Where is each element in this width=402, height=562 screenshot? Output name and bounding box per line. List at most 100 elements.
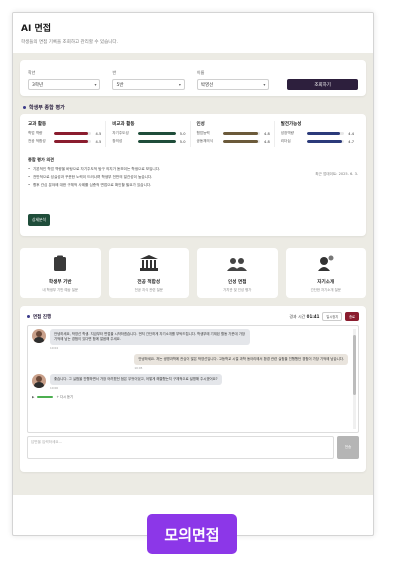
metric-label: 전공 적합성 — [28, 139, 46, 143]
search-button[interactable]: 조회하기 — [287, 79, 358, 90]
metric-bar — [54, 140, 92, 143]
opinion-item: 전반적으로 성실성과 꾸준한 노력이 드러나며 학생부 전반의 일관성이 높습니… — [28, 175, 358, 180]
name-label: 이름 — [196, 70, 205, 75]
metric-bar-fill — [138, 132, 176, 135]
metric-bar — [222, 140, 260, 143]
page-subtitle: 학생들의 면접 기록을 조회하고 관리할 수 있습니다. — [21, 40, 118, 45]
opinion-item: 향후 관심 분야에 대한 구체적 사례를 심층적 면접으로 확인할 필요가 있습… — [28, 183, 358, 188]
name-select[interactable]: 박영선 ▾ — [196, 79, 270, 90]
metric-bar — [306, 140, 344, 143]
metric-value: 4.7 — [348, 139, 354, 144]
eval-metric-row: 협업능력 4.8 — [197, 131, 270, 136]
chat-scrollbar[interactable] — [353, 329, 356, 429]
clipboard-icon — [53, 255, 67, 279]
metric-bar — [138, 140, 176, 143]
metric-value: 4.8 — [264, 139, 270, 144]
metric-bar — [138, 132, 176, 135]
page-title: AI 면접 — [21, 24, 52, 34]
interview-type-tile[interactable]: 인성 면접 가치관 및 인성 평가 — [197, 248, 278, 298]
opinion-list: 기본적인 학업 역량을 바탕으로 자기주도적 탐구 의지가 돋보이는 학생으로 … — [28, 167, 358, 188]
metric-bar — [306, 132, 344, 135]
tile-subtitle: 내 학생부 기반 예상 질문 — [42, 288, 78, 292]
interview-title: 면접 진행 — [27, 314, 51, 320]
interview-type-tile[interactable]: 자기소개 간단한 자기소개 질문 — [285, 248, 366, 298]
mock-interview-badge[interactable]: 모의면접 — [147, 514, 237, 554]
opinion-item: 기본적인 학업 역량을 바탕으로 자기주도적 탐구 의지가 돋보이는 학생으로 … — [28, 167, 358, 172]
class-label: 반 — [112, 70, 117, 75]
message-body: 안녕하세요. 저는 생명과학에 관심이 많은 박영선입니다. 고등학교 시절 과… — [134, 354, 348, 370]
answer-input[interactable]: 답변을 입력하세요... — [27, 436, 334, 459]
overall-opinion: 종합 평가 의견 최근 업데이트: 2025. 6. 3. 기본적인 학업 역량… — [28, 157, 358, 188]
interview-type-tiles: 학생부 기반 내 학생부 기반 예상 질문 전공 적합성 전공 지식 관련 질문… — [20, 248, 366, 298]
answer-input-row: 답변을 입력하세요... 전송 — [27, 436, 359, 459]
metric-bar-fill — [222, 132, 259, 135]
metric-value: 4.4 — [348, 131, 354, 136]
eval-category: 인성협업능력 4.8 공동체의식 4.8 — [197, 121, 275, 147]
users-icon — [227, 257, 248, 279]
metric-label: 창의성 — [112, 139, 123, 143]
metric-label: 공동체의식 — [196, 139, 214, 143]
eval-metric-row: 자기주도성 5.0 — [112, 131, 185, 136]
metric-value: 5.0 — [179, 131, 186, 136]
eval-category-title: 교과 활동 — [28, 122, 47, 127]
evaluation-categories: 교과 활동 학업 역량 4.5 전공 적합성 4.5 비교과 활동 자기주도성 5.0 창… — [28, 121, 358, 147]
metric-label: 성장역량 — [280, 131, 294, 135]
pause-button[interactable]: 일시정지 — [322, 312, 343, 321]
send-button[interactable]: 전송 — [337, 436, 359, 459]
message-list: 안녕하세요, 박영선 학생. 지금부터 면접을 시작하겠습니다. 먼저 간단하게… — [32, 329, 348, 390]
message-body: 안녕하세요, 박영선 학생. 지금부터 면접을 시작하겠습니다. 먼저 간단하게… — [50, 329, 250, 350]
message-bubble: 안녕하세요, 박영선 학생. 지금부터 면접을 시작하겠습니다. 먼저 간단하게… — [50, 329, 250, 346]
chat-log[interactable]: 안녕하세요, 박영선 학생. 지금부터 면접을 시작하겠습니다. 먼저 간단하게… — [27, 325, 359, 433]
interview-type-tile[interactable]: 학생부 기반 내 학생부 기반 예상 질문 — [20, 248, 101, 298]
ai-message: 안녕하세요, 박영선 학생. 지금부터 면접을 시작하겠습니다. 먼저 간단하게… — [32, 329, 348, 350]
eval-metric-row: 창의성 5.0 — [112, 139, 185, 144]
class-select[interactable]: 5반 ▾ — [112, 79, 185, 90]
replay-link[interactable]: + 다시 듣기 — [56, 394, 72, 399]
eval-metric-row: 전공 적합성 4.5 — [28, 139, 101, 144]
metric-label: 자기주도성 — [112, 131, 129, 135]
end-button[interactable]: 종료 — [345, 312, 359, 321]
metric-bar — [54, 132, 92, 135]
interview-toolbar: 면접 진행 경과 시간 01:41 일시정지 종료 — [27, 312, 359, 321]
interview-card: 면접 진행 경과 시간 01:41 일시정지 종료 안녕하세요, 박영선 학생.… — [20, 306, 366, 472]
audio-player: ▶ + 다시 듣기 — [32, 394, 348, 400]
metric-value: 4.8 — [264, 131, 270, 136]
eval-category: 발전가능성성장역량 4.4 리더십 4.7 — [281, 121, 358, 147]
filter-card: 학년 3학년 ▾ 반 5반 ▾ 이름 박영선 ▾ 조회하기 — [20, 60, 366, 96]
metric-bar-fill — [306, 132, 340, 135]
person-speech-icon — [317, 255, 335, 279]
tile-title: 학생부 기반 — [48, 280, 72, 285]
tile-title: 전공 적합성 — [137, 280, 161, 285]
message-time: 10:06 — [50, 386, 59, 391]
bullet-icon — [27, 315, 30, 318]
detail-analysis-button[interactable]: 상세분석 — [28, 214, 50, 226]
metric-value: 5.0 — [179, 139, 186, 144]
metric-bar-fill — [54, 140, 88, 143]
app-window: AI 면접 학생들의 면접 기록을 조회하고 관리할 수 있습니다. 학년 3학… — [12, 12, 374, 536]
chevron-down-icon: ▾ — [94, 82, 97, 87]
metric-bar-fill — [54, 132, 88, 135]
message-time: 10:05 — [134, 366, 143, 371]
elapsed-timer: 경과 시간 01:41 — [289, 313, 320, 319]
metric-bar — [222, 132, 260, 135]
metric-label: 협업능력 — [196, 131, 210, 135]
ai-message: 좋습니다. 그 실험을 진행하면서 가장 어려웠던 점은 무엇이었고, 어떻게 … — [32, 374, 348, 390]
tile-subtitle: 가치관 및 인성 평가 — [223, 288, 252, 292]
interviewer-avatar — [32, 329, 46, 343]
eval-metric-row: 학업 역량 4.5 — [28, 131, 101, 136]
eval-category-title: 비교과 활동 — [112, 122, 135, 127]
grade-select[interactable]: 3학년 ▾ — [28, 79, 101, 90]
overall-title: 종합 평가 의견 — [28, 157, 55, 162]
eval-category: 비교과 활동 자기주도성 5.0 창의성 5.0 — [112, 121, 191, 147]
tile-title: 인성 면접 — [227, 280, 247, 285]
chevron-down-icon: ▾ — [263, 82, 266, 87]
eval-category-title: 발전가능성 — [280, 122, 302, 127]
message-bubble: 좋습니다. 그 실험을 진행하면서 가장 어려웠던 점은 무엇이었고, 어떻게 … — [50, 374, 222, 386]
eval-metric-row: 리더십 4.7 — [281, 139, 354, 144]
metric-bar-fill — [138, 140, 176, 143]
tile-subtitle: 전공 지식 관련 질문 — [134, 288, 163, 292]
eval-category-title: 인성 — [196, 122, 205, 127]
interview-type-tile[interactable]: 전공 적합성 전공 지식 관련 질문 — [108, 248, 189, 298]
page-header: AI 면접 학생들의 면접 기록을 조회하고 관리할 수 있습니다. — [13, 13, 373, 53]
play-icon[interactable]: ▶ — [32, 395, 34, 399]
